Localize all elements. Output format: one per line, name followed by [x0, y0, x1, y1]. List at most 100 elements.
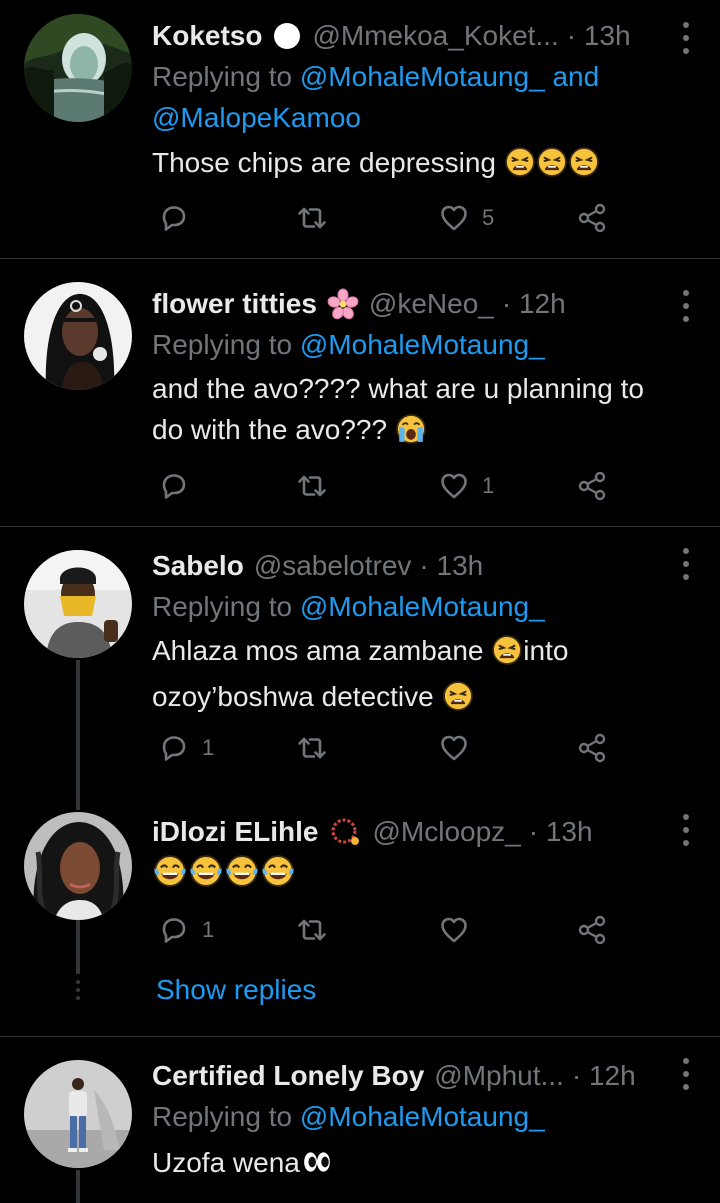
reply-button[interactable]: 1	[158, 728, 214, 768]
timestamp[interactable]: · 12h	[572, 1060, 636, 1092]
tweet-actions: 1	[152, 466, 632, 506]
tweet-text: Those chips are depressing	[152, 142, 680, 188]
tweet-header: Koketso @Mmekoa_Koket... · 13h	[152, 14, 660, 58]
like-count: 1	[482, 473, 495, 498]
like-icon	[441, 205, 467, 231]
cherry-blossom-icon	[327, 288, 359, 320]
user-handle[interactable]: @Mphut...	[434, 1060, 564, 1092]
tears-of-joy-icon	[261, 855, 295, 898]
reply-button[interactable]: 1	[158, 910, 214, 950]
reply-count: 1	[202, 917, 215, 942]
weary-face-icon	[568, 147, 599, 188]
more-options-icon[interactable]	[682, 22, 690, 54]
tweet-header: Sabelo @sabelotrev · 13h	[152, 544, 660, 588]
display-name[interactable]: iDlozi ELihle	[152, 816, 318, 848]
tears-of-joy-icon	[225, 855, 259, 898]
mention-link[interactable]: @MohaleMotaung_	[300, 61, 545, 92]
user-handle[interactable]: @Mcloopz_	[372, 816, 520, 848]
reply-button[interactable]	[158, 198, 202, 238]
display-name[interactable]: Certified Lonely Boy	[152, 1060, 424, 1092]
retweet-button[interactable]	[296, 910, 328, 950]
reply-button[interactable]	[158, 466, 202, 506]
loudly-crying-face-icon	[396, 414, 426, 455]
display-name[interactable]: flower titties	[152, 288, 317, 320]
share-button[interactable]	[576, 910, 608, 950]
retweet-icon	[298, 475, 326, 497]
like-button[interactable]	[438, 728, 482, 768]
reply-icon	[162, 206, 186, 231]
divider	[0, 1036, 720, 1037]
like-count: 5	[482, 205, 495, 230]
tears-of-joy-icon	[189, 855, 223, 898]
reply-icon	[162, 474, 186, 499]
tweet-certified-lonely-boy[interactable]: Certified Lonely Boy @Mphut... · 12h Rep…	[0, 1054, 720, 1203]
tweet-flower-titties[interactable]: flower titties @keNeo_ · 12h Replying to…	[0, 278, 720, 526]
eyes-icon	[301, 1147, 333, 1188]
timestamp[interactable]: · 13h	[567, 20, 631, 52]
timestamp[interactable]: · 12h	[502, 288, 566, 320]
replying-to: Replying to @MohaleMotaung_	[152, 1101, 545, 1132]
retweet-icon	[298, 919, 326, 941]
weary-face-icon	[504, 147, 535, 188]
user-handle[interactable]: @sabelotrev	[254, 550, 412, 582]
share-button[interactable]	[576, 728, 608, 768]
tweet-header: Certified Lonely Boy @Mphut... · 12h	[152, 1054, 660, 1098]
divider	[0, 526, 720, 527]
tweet-header: flower titties @keNeo_ · 12h	[152, 282, 660, 326]
mention-link[interactable]: @MohaleMotaung_	[300, 591, 545, 622]
retweet-icon	[298, 207, 326, 229]
reply-icon	[162, 918, 186, 943]
weary-face-icon	[442, 681, 473, 722]
more-options-icon[interactable]	[682, 548, 690, 580]
timestamp[interactable]: · 13h	[529, 816, 593, 848]
tweet-text	[152, 852, 680, 898]
avatar[interactable]	[24, 550, 132, 658]
like-icon	[441, 917, 467, 943]
tweet-koketso[interactable]: Koketso @Mmekoa_Koket... · 13h Replying …	[0, 10, 720, 258]
weary-face-icon	[536, 147, 567, 188]
more-options-icon[interactable]	[682, 1058, 690, 1090]
tweet-text: Ahlaza mos ama zambane into ozoy’boshwa …	[152, 630, 680, 722]
tweet-actions: 1	[152, 728, 632, 768]
tweet-idlozi-elihle[interactable]: iDlozi ELihle @Mcloopz_ · 13h 1 Show rep…	[0, 810, 720, 1010]
user-handle[interactable]: @keNeo_	[369, 288, 494, 320]
tweet-sabelo[interactable]: Sabelo @sabelotrev · 13h Replying to @Mo…	[0, 544, 720, 794]
display-name[interactable]: Sabelo	[152, 550, 244, 582]
more-options-icon[interactable]	[682, 814, 690, 846]
share-button[interactable]	[576, 198, 608, 238]
avatar[interactable]	[24, 282, 132, 390]
retweet-button[interactable]	[296, 198, 328, 238]
show-replies-link[interactable]: Show replies	[156, 974, 316, 1006]
avatar[interactable]	[24, 14, 132, 122]
like-button[interactable]: 5	[438, 198, 494, 238]
mention-link[interactable]: @MalopeKamoo	[152, 102, 361, 133]
retweet-button[interactable]	[296, 466, 328, 506]
display-name[interactable]: Koketso	[152, 20, 262, 52]
like-button[interactable]	[438, 910, 482, 950]
avatar[interactable]	[24, 812, 132, 920]
more-options-icon[interactable]	[682, 290, 690, 322]
divider	[0, 258, 720, 259]
avatar[interactable]	[24, 1060, 132, 1168]
replying-to: Replying to @MohaleMotaung_ and @MalopeK…	[152, 61, 600, 133]
reply-icon	[162, 736, 186, 761]
share-icon	[578, 203, 606, 233]
tweet-text: Uzofa wena	[152, 1142, 680, 1188]
share-button[interactable]	[576, 466, 608, 506]
share-icon	[578, 915, 606, 945]
like-button[interactable]: 1	[438, 466, 494, 506]
like-icon	[441, 735, 467, 761]
weary-face-icon	[492, 635, 523, 676]
retweet-button[interactable]	[296, 728, 328, 768]
mention-link[interactable]: @MohaleMotaung_	[300, 329, 545, 360]
tweet-actions: 5	[152, 198, 632, 238]
timestamp[interactable]: · 13h	[419, 550, 483, 582]
replying-to: Replying to @MohaleMotaung_	[152, 329, 545, 360]
replying-to: Replying to @MohaleMotaung_	[152, 591, 545, 622]
user-handle[interactable]: @Mmekoa_Koket...	[312, 20, 558, 52]
white-circle-icon	[272, 21, 302, 51]
tweet-actions: 1	[152, 910, 632, 950]
tears-of-joy-icon	[153, 855, 187, 898]
share-icon	[578, 733, 606, 763]
mention-link[interactable]: @MohaleMotaung_	[300, 1101, 545, 1132]
